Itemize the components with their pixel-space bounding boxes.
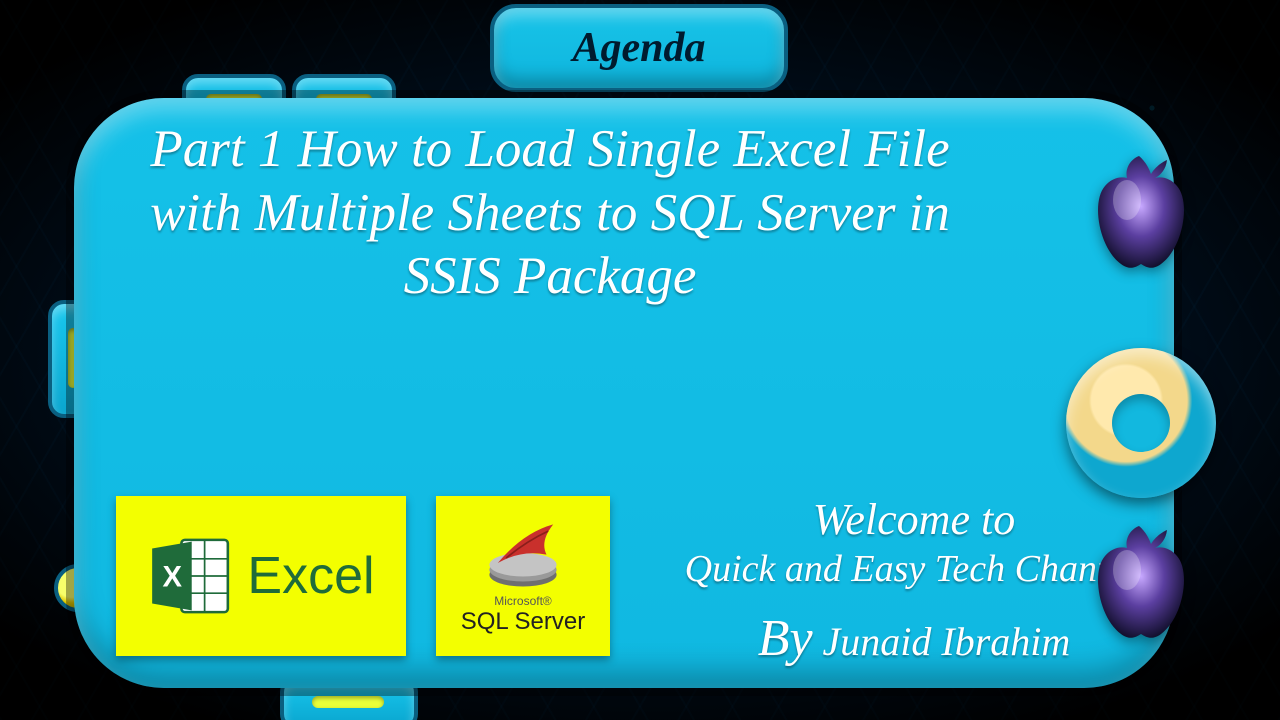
slide-title: Part 1 How to Load Single Excel File wit… <box>120 118 980 309</box>
slide-stage: Agenda Part 1 How to Load Single Excel F… <box>0 0 1280 720</box>
apple-icon <box>1088 156 1194 276</box>
svg-text:X: X <box>163 561 183 593</box>
ring-button-icon <box>1066 348 1216 498</box>
apple-icon <box>1088 526 1194 646</box>
excel-tile: X Excel <box>116 496 406 656</box>
agenda-pill: Agenda <box>490 4 788 92</box>
sql-server-icon <box>481 516 565 590</box>
sql-label: SQL Server <box>461 608 586 636</box>
by-prefix: By <box>758 610 813 667</box>
excel-label: Excel <box>247 546 374 606</box>
slot-icon <box>312 696 384 708</box>
excel-icon: X <box>147 533 233 619</box>
sql-vendor-label: Microsoft® <box>494 594 552 608</box>
agenda-label: Agenda <box>572 24 705 72</box>
author-name: Junaid Ibrahim <box>823 619 1071 664</box>
sql-server-tile: Microsoft® SQL Server <box>436 496 610 656</box>
